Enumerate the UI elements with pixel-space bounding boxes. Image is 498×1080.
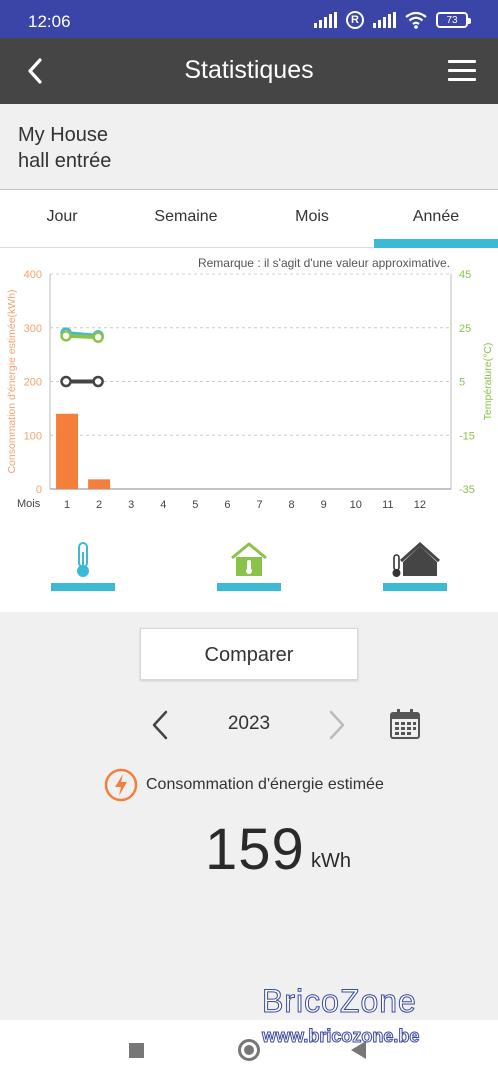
period-tabs: Jour Semaine Mois Année [0,190,498,248]
watermark-url: www.bricozone.be [261,1026,420,1047]
bar [88,479,111,489]
view-toggle-underline [217,583,281,591]
y2-tick-label: -35 [459,484,475,496]
y2-axis-title: Température(°C) [482,343,494,421]
status-bar: 12:06 R 73 [0,0,498,38]
bar [56,413,79,489]
device-header: My House hall entrée [0,104,498,190]
combined-view-button[interactable] [383,540,447,591]
chart-view-toggles [0,530,498,610]
y-tick-label: 0 [36,484,42,496]
wifi-icon [405,11,427,29]
temperature-point [92,331,104,343]
x-tick-label: 2 [96,499,102,511]
x-tick-label: 10 [350,499,362,511]
calendar-icon [390,709,420,739]
tab-annee[interactable]: Année [374,190,498,248]
x-tick-label: 7 [256,499,262,511]
chevron-left-icon [152,710,168,740]
menu-button[interactable] [448,60,476,82]
page-title: Statistiques [184,56,314,84]
y2-tick-label: 5 [459,377,465,389]
x-tick-label: 1 [64,499,70,511]
status-icons: R 73 [314,10,471,30]
thermometer-icon [77,542,89,577]
energy-summary: Consommation d'énergie estimée [104,768,384,802]
x-tick-label: 4 [160,499,166,511]
temperature-point [60,330,72,342]
year-label: 2023 [227,713,271,734]
chart-remark: Remarque : il s'agit d'une valeur approx… [197,256,450,270]
chevron-right-icon [329,710,345,740]
x-axis-label: Mois [17,498,41,510]
home-name: My House [18,124,109,146]
room-name: hall entrée [18,150,112,172]
y2-tick-label: -15 [459,430,475,442]
system-nav-bar [0,1020,498,1080]
x-tick-label: 11 [382,499,393,511]
x-tick-label: 3 [128,499,134,511]
home-thermometer-icon [231,542,267,576]
hamburger-icon-line [448,69,476,72]
y-tick-label: 200 [24,377,42,389]
x-tick-label: 5 [192,499,198,511]
home-button[interactable] [238,1039,260,1061]
app-bar: Statistiques [0,38,498,104]
consumption-chart: 0100200300400-35-15525451 2 3 4 5 6 7 8 9 10 11 12M… [6,269,494,511]
y-axis-title: Consommation d'énergie estimée(kWh) [6,289,18,473]
x-tick-label: 8 [289,499,295,511]
next-year-button[interactable] [325,708,349,742]
energy-unit: kWh [311,850,351,872]
y-tick-label: 400 [24,269,42,281]
home-energy-view-button[interactable] [217,540,281,591]
watermark-brand: BricoZone [262,983,417,1020]
temperature-point [60,375,72,388]
hamburger-icon-line [448,60,476,63]
energy-label: Consommation d'énergie estimée [146,776,384,793]
tab-semaine[interactable]: Semaine [124,190,248,248]
y-tick-label: 100 [24,430,42,442]
y-tick-label: 300 [24,323,42,335]
tab-jour[interactable]: Jour [0,190,124,248]
status-time: 12:06 [28,12,71,31]
y2-tick-label: 25 [459,323,471,335]
x-tick-label: 6 [224,499,230,511]
year-selector: 2023 [0,700,498,750]
signal-icon-2 [373,12,396,28]
lightning-icon [104,768,138,802]
hamburger-icon-line [448,78,476,81]
battery-icon: 73 [436,12,471,28]
y2-tick-label: 45 [459,269,471,281]
x-tick-label: 9 [321,499,327,511]
tab-mois[interactable]: Mois [250,190,374,248]
temperature-view-button[interactable] [51,540,115,591]
signal-icon [314,12,337,28]
temperature-point [92,375,104,388]
energy-value: 159 [205,817,305,882]
recent-apps-button[interactable] [129,1043,144,1058]
previous-year-button[interactable] [148,708,172,742]
x-tick-label: 12 [414,499,426,511]
roaming-icon: R [346,11,364,29]
calendar-button[interactable] [389,708,421,740]
compare-button[interactable]: Comparer [140,628,358,680]
view-toggle-underline [383,583,447,591]
view-toggle-underline [51,583,115,591]
thermometer-home-icon [392,541,441,577]
battery-level: 73 [446,14,458,26]
